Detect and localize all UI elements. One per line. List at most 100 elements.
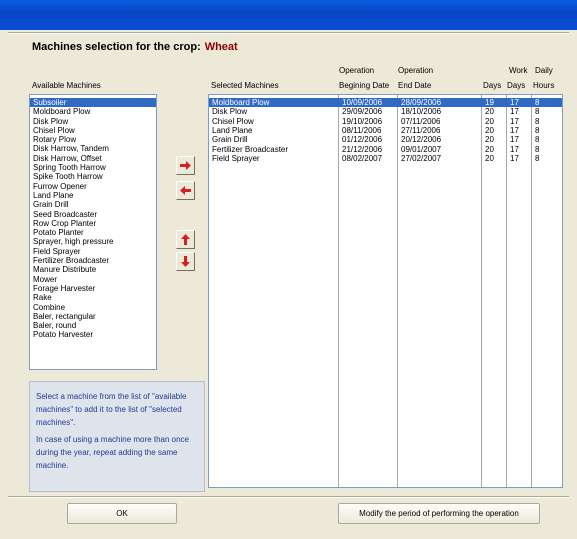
cell-work-days: 17 <box>510 144 519 154</box>
cell-machine: Grain Drill <box>212 135 248 145</box>
help-panel: Select a machine from the list of "avail… <box>29 381 205 492</box>
heading-label: Machines selection for the crop: <box>32 41 201 53</box>
available-machines-label: Available Machines <box>32 81 101 90</box>
available-machine-item[interactable]: Disk Harrow, Offset <box>30 154 156 163</box>
bottom-divider <box>8 496 569 498</box>
cell-daily-hours: 8 <box>535 125 540 135</box>
cell-end-date: 27/02/2007 <box>401 153 442 163</box>
table-row[interactable]: Disk Plow 29/09/2006 18/10/2006 20 17 8 <box>209 107 562 116</box>
cell-work-days: 17 <box>510 135 519 145</box>
available-machine-item[interactable]: Subsoiler <box>30 98 156 108</box>
cell-daily-hours: 8 <box>535 107 540 117</box>
cell-machine: Field Sprayer <box>212 153 260 163</box>
available-machine-item[interactable]: Mower <box>30 275 156 284</box>
cell-begin-date: 29/09/2006 <box>342 107 383 117</box>
help-text-repeat: In case of using a machine more than onc… <box>36 435 189 470</box>
available-machine-item[interactable]: Field Sprayer <box>30 247 156 256</box>
modify-period-button[interactable]: Modify the period of performing the oper… <box>338 503 540 524</box>
add-machine-button[interactable] <box>176 156 195 175</box>
table-row[interactable]: Field Sprayer 08/02/2007 27/02/2007 20 17 8 <box>209 154 562 163</box>
available-machine-item[interactable]: Forage Harvester <box>30 284 156 293</box>
available-machine-item[interactable]: Sprayer, high pressure <box>30 237 156 246</box>
cell-work-days: 17 <box>510 116 519 126</box>
available-machine-item[interactable]: Disk Plow <box>30 117 156 126</box>
table-row[interactable]: Fertilizer Broadcaster 21/12/2006 09/01/20… <box>209 145 562 154</box>
cell-days: 20 <box>485 153 494 163</box>
available-machine-item[interactable]: Furrow Opener <box>30 182 156 191</box>
remove-machine-button[interactable] <box>176 181 195 200</box>
title-bar[interactable] <box>0 0 577 30</box>
available-machine-item[interactable]: Chisel Plow <box>30 126 156 135</box>
cell-daily-hours: 8 <box>535 135 540 145</box>
cell-end-date: 07/11/2006 <box>401 116 441 126</box>
available-machine-item[interactable]: Spike Tooth Harrow <box>30 172 156 181</box>
available-machine-item[interactable]: Manure Distribute <box>30 265 156 274</box>
cell-machine: Chisel Plow <box>212 116 254 126</box>
cell-days: 19 <box>485 98 494 107</box>
cell-days: 20 <box>485 135 494 145</box>
move-down-button[interactable] <box>176 252 195 271</box>
cell-daily-hours: 8 <box>535 144 540 154</box>
cell-work-days: 17 <box>510 125 519 135</box>
available-machine-item[interactable]: Moldboard Plow <box>30 107 156 116</box>
cell-machine: Moldboard Plow <box>212 98 270 107</box>
cell-begin-date: 08/11/2006 <box>342 125 382 135</box>
cell-end-date: 27/11/2006 <box>401 125 441 135</box>
available-machines-list[interactable]: Subsoiler Moldboard Plow Disk Plow Chisel P… <box>29 94 157 370</box>
cell-daily-hours: 8 <box>535 116 540 126</box>
cell-work-days: 17 <box>510 153 519 163</box>
table-row[interactable]: Chisel Plow 19/10/2006 07/11/2006 20 17 8 <box>209 117 562 126</box>
top-divider <box>8 32 569 34</box>
available-machine-item[interactable]: Rake <box>30 293 156 302</box>
cell-end-date: 20/12/2006 <box>401 135 442 145</box>
page-title: Machines selection for the crop: Wheat <box>32 41 238 53</box>
cell-begin-date: 08/02/2007 <box>342 153 383 163</box>
selected-machines-header: Selected Machines <box>211 81 279 90</box>
available-machine-item[interactable]: Baler, rectangular <box>30 312 156 321</box>
cell-work-days: 17 <box>510 107 519 117</box>
available-machine-item[interactable]: Potato Harvester <box>30 330 156 339</box>
daily-hours-header: Hours <box>533 81 555 90</box>
days-header: Days <box>483 81 502 90</box>
ok-button[interactable]: OK <box>67 503 177 524</box>
cell-work-days: 17 <box>510 98 519 107</box>
arrow-left-icon <box>180 186 191 195</box>
available-machine-item[interactable]: Disk Harrow, Tandem <box>30 144 156 153</box>
cell-begin-date: 01/12/2006 <box>342 135 383 145</box>
available-machine-item[interactable]: Land Plane <box>30 191 156 200</box>
cell-machine: Disk Plow <box>212 107 248 117</box>
end-date-header: End Date <box>398 81 432 90</box>
crop-name: Wheat <box>204 41 238 53</box>
table-row[interactable]: Grain Drill 01/12/2006 20/12/2006 20 17 8 <box>209 135 562 144</box>
table-row[interactable]: Moldboard Plow 10/09/2006 28/09/2006 19 17 8 <box>209 98 562 108</box>
cell-daily-hours: 8 <box>535 153 540 163</box>
arrow-right-icon <box>180 161 191 170</box>
cell-days: 20 <box>485 107 494 117</box>
available-machine-item[interactable]: Spring Tooth Harrow <box>30 163 156 172</box>
available-machine-item[interactable]: Fertilizer Broadcaster <box>30 256 156 265</box>
available-machine-item[interactable]: Rotary Plow <box>30 135 156 144</box>
daily-header: Daily <box>535 66 553 75</box>
available-machine-item[interactable]: Potato Planter <box>30 228 156 237</box>
begin-operation-header: Operation <box>339 66 375 75</box>
available-machine-item[interactable]: Seed Broadcaster <box>30 210 156 219</box>
cell-machine: Fertilizer Broadcaster <box>212 144 289 154</box>
begin-date-header: Begining Date <box>339 81 390 90</box>
work-days-header: Days <box>507 81 526 90</box>
available-machine-item[interactable]: Grain Drill <box>30 200 156 209</box>
arrow-up-icon <box>181 234 190 245</box>
selected-machines-table[interactable]: Moldboard Plow 10/09/2006 28/09/2006 19 17 8 D… <box>208 94 563 488</box>
available-machine-item[interactable]: Baler, round <box>30 321 156 330</box>
cell-daily-hours: 8 <box>535 98 540 107</box>
available-machine-item[interactable]: Combine <box>30 303 156 312</box>
cell-begin-date: 19/10/2006 <box>342 116 383 126</box>
table-row[interactable]: Land Plane 08/11/2006 27/11/2006 20 17 8 <box>209 126 562 135</box>
end-operation-header: Operation <box>398 66 434 75</box>
dialog-window: Machines selection for the crop: Wheat Av… <box>0 0 577 539</box>
cell-end-date: 09/01/2007 <box>401 144 442 154</box>
available-machine-item[interactable]: Row Crop Planter <box>30 219 156 228</box>
move-up-button[interactable] <box>176 230 195 249</box>
help-text-add: Select a machine from the list of "avail… <box>36 392 187 427</box>
cell-days: 20 <box>485 116 494 126</box>
cell-begin-date: 10/09/2006 <box>342 98 383 107</box>
